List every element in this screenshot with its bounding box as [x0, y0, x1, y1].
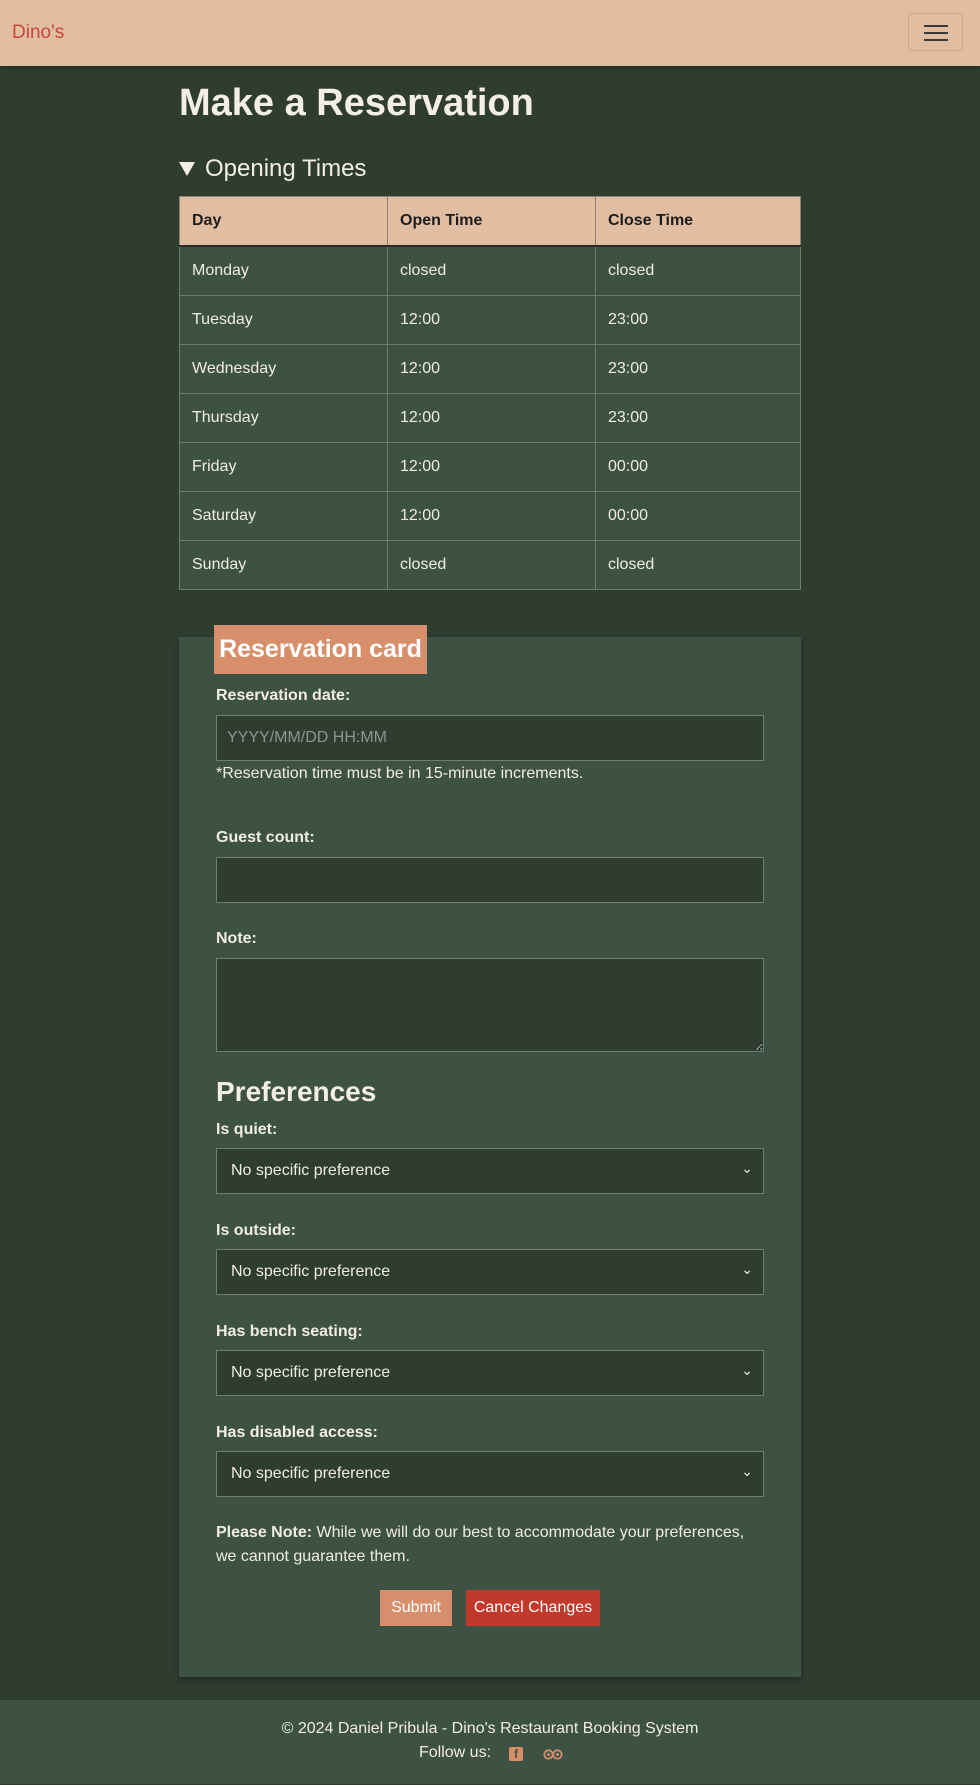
cell-open: 12:00	[387, 344, 596, 394]
table-row: Friday 12:00 00:00	[179, 442, 801, 492]
chevron-down-icon: ⌄	[741, 1261, 753, 1277]
column-header-day: Day	[179, 196, 388, 247]
column-header-open-time: Open Time	[387, 196, 596, 247]
chevron-down-icon: ⌄	[741, 1463, 753, 1479]
tripadvisor-icon[interactable]	[543, 1748, 563, 1760]
footer	[0, 1700, 980, 1784]
cell-day: Thursday	[179, 393, 388, 443]
column-header-close-time: Close Time	[595, 196, 801, 247]
bench-seating-value: No specific preference	[231, 1364, 391, 1381]
facebook-icon[interactable]: f	[509, 1747, 523, 1761]
cell-open: 12:00	[387, 295, 596, 345]
cell-day: Sunday	[179, 540, 388, 590]
cell-open: closed	[387, 245, 596, 296]
cell-day: Friday	[179, 442, 388, 492]
guest-count-label: Guest count:	[216, 829, 315, 846]
is-quiet-label: Is quiet:	[216, 1121, 278, 1138]
cell-close: 23:00	[595, 295, 801, 345]
table-header-row: Day Open Time Close Time	[179, 196, 801, 247]
cell-close: closed	[595, 245, 801, 296]
table-row: Wednesday 12:00 23:00	[179, 344, 801, 394]
note-label: Note:	[216, 930, 257, 947]
guest-count-input[interactable]	[216, 857, 764, 903]
preferences-note-bold: Please Note:	[216, 1524, 313, 1541]
is-outside-value: No specific preference	[231, 1263, 391, 1280]
table-row: Sunday closed closed	[179, 540, 801, 590]
cell-day: Monday	[179, 245, 388, 296]
cell-close: closed	[595, 540, 801, 590]
cell-close: 00:00	[595, 442, 801, 492]
reservation-date-hint: *Reservation time must be in 15-minute i…	[216, 765, 584, 782]
is-quiet-select[interactable]: No specific preference ⌄	[216, 1148, 764, 1194]
table-row: Thursday 12:00 23:00	[179, 393, 801, 443]
cell-day: Wednesday	[179, 344, 388, 394]
is-quiet-value: No specific preference	[231, 1162, 391, 1179]
table-row: Monday closed closed	[179, 245, 801, 296]
cell-day: Saturday	[179, 491, 388, 541]
note-textarea[interactable]	[216, 958, 764, 1052]
cell-close: 23:00	[595, 393, 801, 443]
reservation-date-input[interactable]	[216, 715, 764, 761]
cell-open: 12:00	[387, 491, 596, 541]
is-outside-label: Is outside:	[216, 1222, 297, 1239]
preferences-note: Please Note: While we will do our best t…	[216, 1521, 764, 1569]
brand-link[interactable]: Dino's	[12, 22, 64, 44]
chevron-down-icon: ⌄	[741, 1362, 753, 1378]
cell-day: Tuesday	[179, 295, 388, 345]
reservation-date-label: Reservation date:	[216, 687, 351, 704]
opening-times-summary: Opening Times	[205, 155, 367, 182]
is-outside-select[interactable]: No specific preference ⌄	[216, 1249, 764, 1295]
cancel-changes-button[interactable]: Cancel Changes	[466, 1590, 600, 1626]
footer-copyright: © 2024 Daniel Pribula - Dino's Restauran…	[281, 1720, 699, 1737]
opening-times-toggle[interactable]: Opening Times	[179, 155, 366, 183]
bench-seating-label: Has bench seating:	[216, 1323, 363, 1340]
table-row: Tuesday 12:00 23:00	[179, 295, 801, 345]
disclosure-triangle-icon	[179, 162, 195, 176]
cell-open: closed	[387, 540, 596, 590]
cell-open: 12:00	[387, 442, 596, 492]
disabled-access-value: No specific preference	[231, 1465, 391, 1482]
disabled-access-select[interactable]: No specific preference ⌄	[216, 1451, 764, 1497]
chevron-down-icon: ⌄	[741, 1160, 753, 1176]
navbar-toggle-button[interactable]	[908, 13, 963, 51]
opening-times-table: Day Open Time Close Time Monday closed c…	[179, 196, 801, 590]
hamburger-menu-icon	[924, 25, 948, 27]
table-row: Saturday 12:00 00:00	[179, 491, 801, 541]
cell-open: 12:00	[387, 393, 596, 443]
reservation-card-header: Reservation card	[214, 625, 427, 674]
disabled-access-label: Has disabled access:	[216, 1424, 378, 1441]
cell-close: 23:00	[595, 344, 801, 394]
cell-close: 00:00	[595, 491, 801, 541]
bench-seating-select[interactable]: No specific preference ⌄	[216, 1350, 764, 1396]
preferences-heading: Preferences	[216, 1076, 377, 1107]
page-title: Make a Reservation	[179, 82, 534, 124]
submit-button[interactable]: Submit	[380, 1590, 452, 1626]
follow-us-label: Follow us:	[419, 1744, 492, 1761]
navbar: Dino's	[0, 0, 980, 66]
